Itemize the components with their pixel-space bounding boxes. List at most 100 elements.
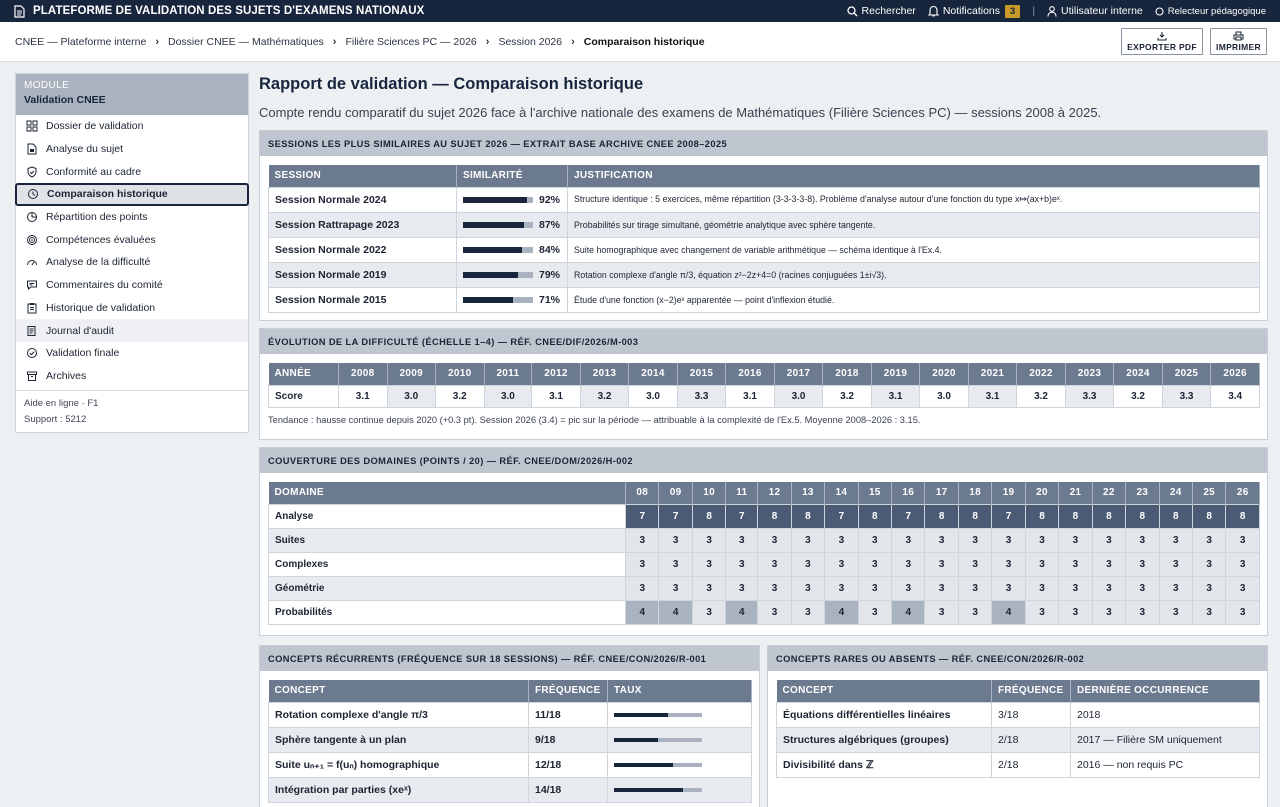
sidebar-item-grid[interactable]: Dossier de validation [16,115,248,138]
year-header: 2012 [531,363,581,385]
points-cell: 3 [891,527,926,553]
points-cell: 4 [991,599,1026,625]
session-cell: Session Normale 2019 [268,261,457,288]
year-header: 2009 [387,363,436,385]
top-bar: PLATEFORME DE VALIDATION DES SUJETS D'EX… [0,0,1280,22]
points-cell: 3 [891,575,926,601]
points-cell: 3 [924,527,959,553]
notifications-button[interactable]: Notifications 3 [927,4,1021,18]
user-icon [1047,5,1057,17]
year-header: 2021 [968,363,1018,385]
points-cell: 4 [725,599,759,625]
sidebar-item-label: Analyse du sujet [46,143,124,156]
score-cell: 3.0 [773,384,824,408]
export-pdf-button[interactable]: EXPORTER PDF [1121,28,1203,55]
sidebar-item-check[interactable]: Validation finale [16,342,248,365]
points-cell: 3 [624,551,660,577]
col-header: DOMAINE [268,482,626,504]
breadcrumb-item[interactable]: Dossier CNEE — Mathématiques [168,36,324,48]
sidebar-item-clipboard[interactable]: Historique de validation [16,297,248,320]
points-cell: 3 [1158,599,1193,625]
points-cell: 4 [891,599,926,625]
role-selector[interactable]: Relecteur pédagogique [1155,6,1266,17]
similarity-bar-fill [463,196,528,203]
breadcrumb-item[interactable]: Filière Sciences PC — 2026 [345,36,476,48]
sidebar-item-gauge[interactable]: Analyse de la difficulté [16,251,248,274]
search-icon [846,5,858,16]
year-header: 22 [1092,482,1127,504]
sidebar-item-label: Journal d'audit [46,324,114,337]
page-title: Rapport de validation — Comparaison hist… [259,75,644,93]
year-header: 2026 [1210,363,1260,385]
download-icon [1157,32,1167,41]
similarity-bar [463,296,533,303]
sidebar-item-shield[interactable]: Conformité au cadre [16,160,248,183]
circle-icon [1155,6,1164,16]
points-cell: 3 [725,575,759,601]
sidebar-item-target[interactable]: Compétences évaluées [16,228,248,251]
points-cell: 3 [1024,527,1060,553]
table-row: Sphère tangente à un plan 9/18 [268,726,752,753]
last-occurrence-cell: 2017 — Filière SM uniquement [1070,726,1260,753]
sidebar-item-history[interactable]: Comparaison historique [15,183,249,206]
points-cell: 3 [1125,551,1160,577]
points-cell: 3 [1058,599,1093,625]
frequency-cell: 2/18 [991,751,1071,778]
sidebar-item-pie[interactable]: Répartition des points [16,206,248,229]
chevron-right-icon: › [332,35,337,48]
rate-bar [614,762,702,767]
recurrent-concepts-panel: CONCEPTS RÉCURRENTS (FRÉQUENCE SUR 18 SE… [259,645,760,807]
recurrent-concepts-title: CONCEPTS RÉCURRENTS (FRÉQUENCE SUR 18 SE… [260,646,759,671]
sidebar-item-comment[interactable]: Commentaires du comité [16,274,248,297]
breadcrumb-item[interactable]: CNEE — Plateforme interne [15,36,146,48]
year-header: 24 [1159,482,1193,504]
sidebar-item-label: Comparaison historique [47,188,168,201]
document-icon [14,4,25,18]
score-cell: 3.1 [338,384,388,408]
points-cell: 3 [924,551,959,577]
similarity-value: 92% [539,193,561,206]
score-cell: 3.2 [1113,384,1163,408]
points-cell: 3 [725,551,759,577]
sidebar-item-log[interactable]: Journal d'audit [16,319,248,342]
print-button[interactable]: IMPRIMER [1210,28,1267,55]
coverage-title: COUVERTURE DES DOMAINES (POINTS / 20) — … [260,448,1267,473]
check-icon [27,348,37,359]
points-cell: 3 [857,599,893,625]
domain-name: Analyse [268,503,626,529]
grid-icon [26,120,38,132]
justification-cell: Structure identique : 5 exercices, même … [567,186,1260,213]
score-cell: 3.4 [1210,384,1260,408]
col-header: JUSTIFICATION [567,165,1260,187]
points-cell: 3 [790,551,826,577]
sidebar-item-label: Conformité au cadre [46,165,142,178]
app-title: PLATEFORME DE VALIDATION DES SUJETS D'EX… [33,5,425,17]
points-cell: 3 [957,575,993,601]
points-cell: 8 [1058,503,1093,529]
points-cell: 7 [725,503,759,529]
page-intro: Compte rendu comparatif du sujet 2026 fa… [259,105,1102,120]
col-header: FRÉQUENCE [528,680,608,702]
user-menu[interactable]: Utilisateur interne [1047,5,1143,17]
points-cell: 7 [891,503,926,529]
similarity-bar-fill [463,296,513,303]
year-header: 19 [991,482,1026,504]
similarity-cell: 71% [456,286,568,313]
similarity-bar-fill [463,246,522,253]
sidebar-item-document[interactable]: Analyse du sujet [16,138,248,161]
points-cell: 8 [1158,503,1193,529]
points-cell: 3 [757,551,792,577]
rate-bar [614,737,702,742]
coverage-panel: COUVERTURE DES DOMAINES (POINTS / 20) — … [259,447,1268,636]
sidebar-item-archive[interactable]: Archives [16,365,248,388]
similarity-bar [463,271,533,278]
help-text[interactable]: Aide en ligne · F1 [24,396,240,412]
breadcrumb-item[interactable]: Session 2026 [498,36,562,48]
year-header: 10 [692,482,727,504]
col-header: FRÉQUENCE [991,680,1071,702]
search-button[interactable]: Rechercher [846,5,916,17]
points-cell: 3 [691,599,727,625]
search-label: Rechercher [861,5,916,17]
col-header: SESSION [268,165,457,187]
points-cell: 3 [1091,599,1127,625]
